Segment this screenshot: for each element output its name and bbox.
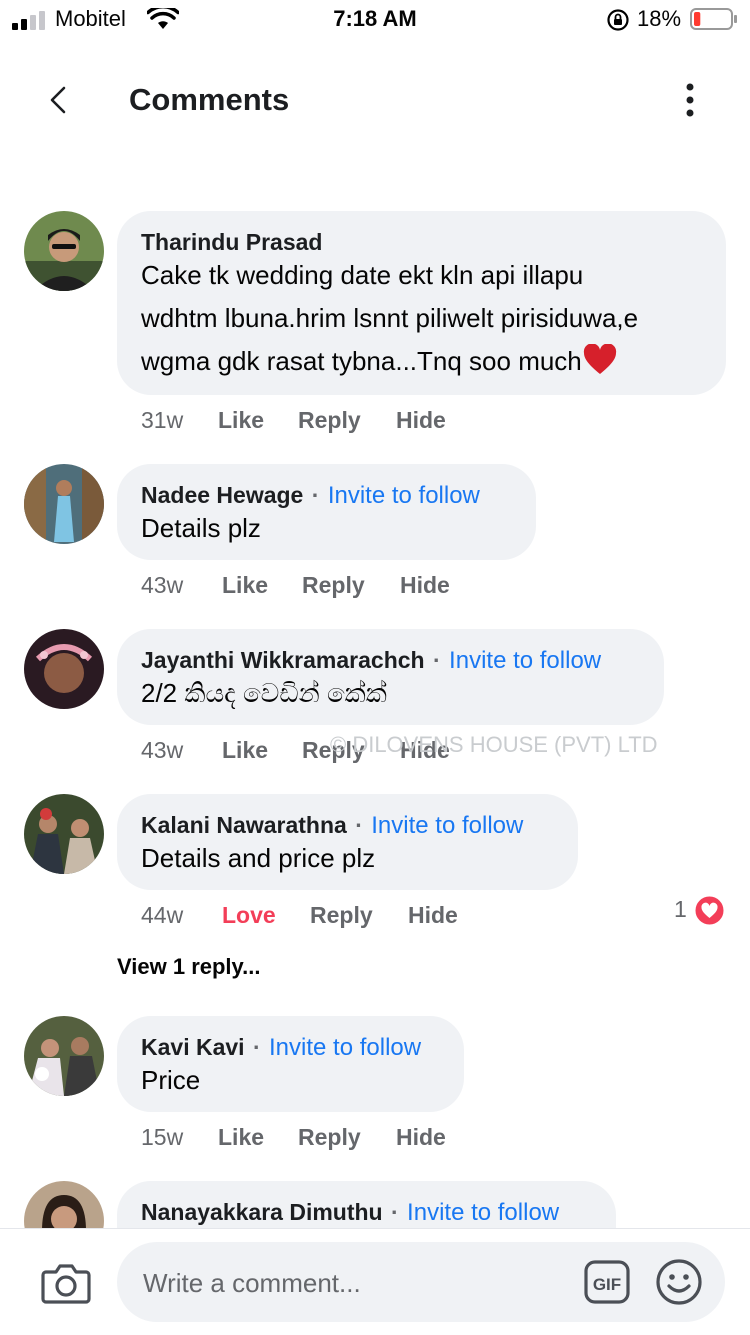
avatar[interactable]	[24, 629, 104, 709]
profile-photo	[24, 211, 104, 291]
comment-header: Jayanthi Wikkramarachch · Invite to foll…	[141, 647, 601, 675]
comment-bubble[interactable]: Kalani Nawarathna · Invite to follow Det…	[117, 794, 578, 890]
reply-button[interactable]: Reply	[302, 572, 365, 599]
commenter-name[interactable]: Kalani Nawarathna	[141, 812, 347, 838]
like-button[interactable]: Like	[222, 737, 268, 764]
avatar[interactable]	[24, 1016, 104, 1096]
hide-button[interactable]: Hide	[396, 407, 446, 434]
comment-text: Details plz	[141, 507, 261, 550]
avatar[interactable]	[24, 211, 104, 291]
comment-line-text: wgma gdk rasat tybna...Tnq soo much	[141, 346, 582, 376]
comment-bubble[interactable]: Jayanthi Wikkramarachch · Invite to foll…	[117, 629, 664, 725]
invite-to-follow-link[interactable]: Invite to follow	[269, 1034, 421, 1061]
battery-percent: 18%	[637, 6, 682, 31]
profile-photo	[24, 629, 104, 709]
profile-photo	[24, 464, 104, 544]
separator-dot: ·	[355, 812, 363, 838]
comment-line: Details and price plz	[141, 843, 376, 873]
commenter-name[interactable]: Jayanthi Wikkramarachch	[141, 647, 425, 673]
like-button[interactable]: Like	[222, 572, 268, 599]
hide-button[interactable]: Hide	[408, 902, 458, 929]
comment-header: Tharindu Prasad	[141, 229, 322, 256]
comment-line: Details plz	[141, 513, 261, 543]
commenter-name[interactable]: Kavi Kavi	[141, 1034, 245, 1060]
like-button[interactable]: Like	[218, 1124, 264, 1151]
comment-timestamp: 31w	[141, 407, 184, 433]
comment-bubble[interactable]: Kavi Kavi · Invite to follow Price	[117, 1016, 464, 1112]
reply-button[interactable]: Reply	[298, 407, 361, 434]
invite-to-follow-link[interactable]: Invite to follow	[449, 647, 601, 674]
profile-photo	[24, 1016, 104, 1096]
separator-dot: ·	[311, 482, 320, 508]
comment-line: wdhtm lbuna.hrim lsnnt piliwelt pirisidu…	[141, 303, 639, 333]
invite-to-follow-link[interactable]: Invite to follow	[328, 482, 480, 509]
red-heart-emoji-icon	[583, 343, 616, 374]
reply-button[interactable]: Reply	[298, 1124, 361, 1151]
hide-button[interactable]: Hide	[400, 572, 450, 599]
love-reaction-button[interactable]: Love	[222, 902, 276, 929]
commenter-name[interactable]: Tharindu Prasad	[141, 229, 322, 255]
invite-to-follow-link[interactable]: Invite to follow	[371, 812, 523, 839]
comment-input-field[interactable]: GIF	[117, 1242, 725, 1322]
svg-text:GIF: GIF	[593, 1275, 621, 1294]
gif-icon[interactable]: GIF	[584, 1260, 630, 1304]
comment-line: wgma gdk rasat tybna...Tnq soo much	[141, 340, 638, 383]
reaction-summary[interactable]: 1	[674, 894, 726, 927]
comment-bubble[interactable]: Tharindu Prasad Cake tk wedding date ekt…	[117, 211, 726, 395]
comment-header: Nadee Hewage · Invite to follow	[141, 482, 480, 510]
watermark: © DILOVENS HOUSE (PVT) LTD	[330, 732, 658, 757]
avatar[interactable]	[24, 464, 104, 544]
battery-icon	[690, 8, 737, 30]
hide-button[interactable]: Hide	[396, 1124, 446, 1151]
commenter-name[interactable]: Nadee Hewage	[141, 482, 303, 508]
back-button[interactable]	[40, 80, 80, 120]
comment-line: Price	[141, 1065, 201, 1095]
page-title: Comments	[129, 82, 290, 117]
reply-button[interactable]: Reply	[310, 902, 373, 929]
comment-text: Price	[141, 1059, 200, 1102]
more-options-button[interactable]	[670, 78, 710, 122]
comment-timestamp: 44w	[141, 902, 184, 928]
invite-to-follow-link[interactable]: Invite to follow	[407, 1199, 559, 1226]
comment-line: 2/2 කියද වෙඩින් කේක්	[141, 678, 387, 708]
separator-dot: ·	[432, 647, 441, 673]
like-button[interactable]: Like	[218, 407, 264, 434]
rotation-lock-icon	[607, 9, 629, 31]
header-bar: Comments	[0, 60, 750, 140]
comment-line: Cake tk wedding date ekt kln api illapu	[141, 260, 584, 290]
comment-text: Cake tk wedding date ekt kln api illapu …	[141, 254, 638, 383]
comment-timestamp: 43w	[141, 737, 184, 763]
emoji-icon[interactable]	[655, 1258, 703, 1306]
separator-dot: ·	[390, 1199, 399, 1225]
comment-text: 2/2 කියද වෙඩින් කේක්	[141, 672, 387, 715]
reaction-count: 1	[674, 896, 687, 922]
comment-composer: GIF	[0, 1228, 750, 1335]
comment-input[interactable]	[141, 1262, 565, 1304]
comment-text: Details and price plz	[141, 837, 375, 880]
comment-timestamp: 43w	[141, 572, 184, 598]
heart-reaction-icon	[693, 894, 726, 927]
status-bar: Mobitel 7:18 AM 18%	[0, 0, 750, 40]
avatar[interactable]	[24, 794, 104, 874]
comment-header: Nanayakkara Dimuthu · Invite to follow	[141, 1199, 559, 1227]
commenter-name[interactable]: Nanayakkara Dimuthu	[141, 1199, 383, 1225]
view-replies-link[interactable]: View 1 reply...	[117, 954, 260, 980]
comment-header: Kavi Kavi · Invite to follow	[141, 1034, 421, 1062]
comment-timestamp: 15w	[141, 1124, 184, 1150]
camera-icon[interactable]	[41, 1262, 91, 1304]
profile-photo	[24, 794, 104, 874]
comment-bubble[interactable]: Nadee Hewage · Invite to follow Details …	[117, 464, 536, 560]
separator-dot: ·	[252, 1034, 261, 1060]
comment-header: Kalani Nawarathna · Invite to follow	[141, 812, 523, 840]
